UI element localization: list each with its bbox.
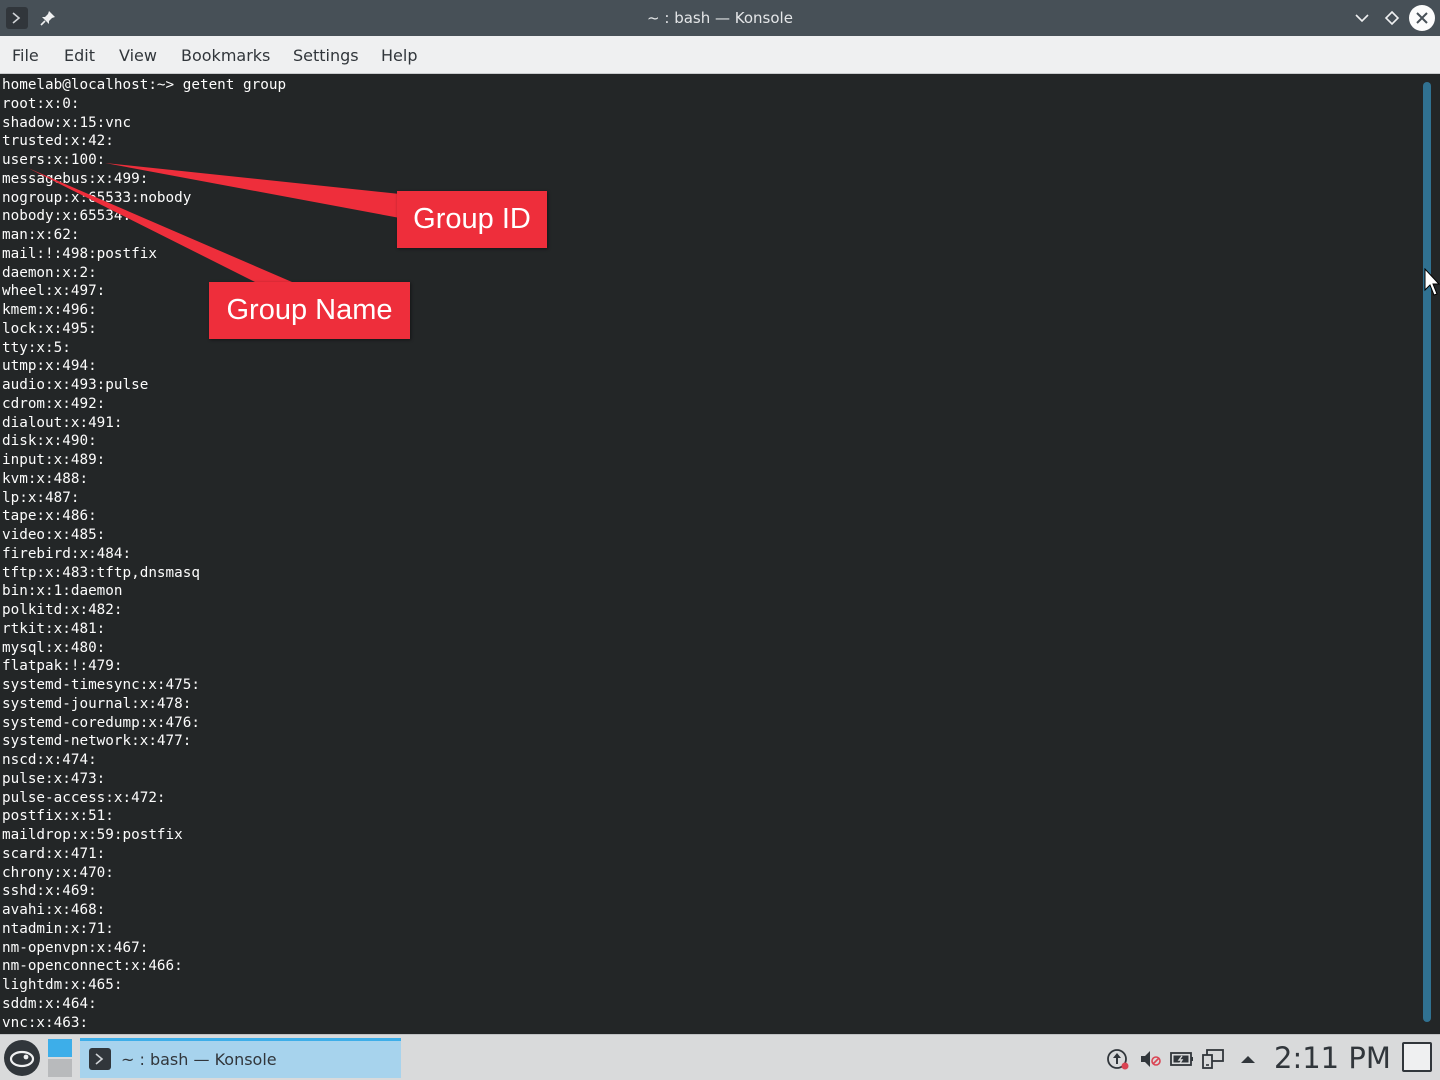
terminal-line: tape:x:486: bbox=[2, 508, 97, 525]
terminal-line: shadow:x:15:vnc bbox=[2, 114, 132, 131]
menu-help[interactable]: Help bbox=[381, 46, 417, 65]
show-desktop-button[interactable] bbox=[1402, 1042, 1432, 1072]
terminal-line: bin:x:1:daemon bbox=[2, 583, 123, 600]
terminal-line: systemd-timesync:x:475: bbox=[2, 677, 200, 693]
scrollbar-thumb[interactable] bbox=[1423, 82, 1431, 1022]
update-icon[interactable] bbox=[1106, 1047, 1130, 1071]
group-name-label: Group Name bbox=[209, 282, 410, 339]
terminal-line: users:x:100: bbox=[2, 152, 106, 168]
terminal-line: polkitd:x:482: bbox=[2, 602, 123, 618]
window-titlebar[interactable]: ~ : bash — Konsole bbox=[0, 0, 1440, 36]
terminal-line: sshd:x:469: bbox=[2, 883, 97, 900]
network-icon[interactable] bbox=[1202, 1047, 1226, 1071]
terminal-line: trusted:x:42: bbox=[2, 133, 114, 150]
terminal-line: input:x:489: bbox=[2, 452, 106, 468]
terminal-line: sddm:x:464: bbox=[2, 995, 97, 1012]
battery-icon[interactable] bbox=[1170, 1047, 1194, 1071]
taskbar-task-konsole[interactable]: ~ : bash — Konsole bbox=[80, 1038, 401, 1078]
menu-bar: File Edit View Bookmarks Settings Help bbox=[0, 36, 1440, 74]
minimize-chevron-icon[interactable] bbox=[1350, 6, 1374, 30]
terminal-line: dialout:x:491: bbox=[2, 414, 123, 431]
terminal-line: cdrom:x:492: bbox=[2, 395, 106, 412]
menu-settings[interactable]: Settings bbox=[293, 46, 359, 65]
terminal-line: utmp:x:494: bbox=[2, 358, 97, 375]
menu-view[interactable]: View bbox=[119, 46, 157, 65]
terminal-line: lp:x:487: bbox=[2, 489, 80, 506]
terminal-line: chrony:x:470: bbox=[2, 864, 114, 881]
terminal-line: rtkit:x:481: bbox=[2, 620, 106, 637]
shell-prompt-line: homelab@localhost:~> getent group bbox=[2, 77, 287, 93]
terminal-line: mysql:x:480: bbox=[2, 639, 106, 656]
close-icon[interactable] bbox=[1409, 5, 1435, 31]
desktop-2[interactable] bbox=[48, 1059, 72, 1077]
volume-muted-icon[interactable] bbox=[1138, 1047, 1162, 1071]
terminal-line: audio:x:493:pulse bbox=[2, 377, 149, 393]
window-title: ~ : bash — Konsole bbox=[647, 9, 793, 27]
terminal-text: homelab@localhost:~> getent group root:x:… bbox=[2, 76, 286, 1032]
terminal-line: kvm:x:488: bbox=[2, 470, 89, 487]
mouse-cursor-icon bbox=[1424, 268, 1440, 296]
terminal-line: systemd-network:x:477: bbox=[2, 733, 192, 750]
virtual-desktop-pager[interactable] bbox=[46, 1038, 72, 1078]
terminal-line: man:x:62: bbox=[2, 227, 80, 243]
maximize-diamond-icon[interactable] bbox=[1380, 6, 1404, 30]
menu-edit[interactable]: Edit bbox=[64, 46, 95, 65]
terminal-line: nm-openvpn:x:467: bbox=[2, 939, 149, 956]
terminal-line: systemd-journal:x:478: bbox=[2, 695, 192, 712]
terminal-line: nobody:x:65534: bbox=[2, 208, 132, 225]
terminal-line: messagebus:x:499: bbox=[2, 170, 149, 187]
menu-file[interactable]: File bbox=[12, 46, 39, 65]
terminal-line: flatpak:!:479: bbox=[2, 658, 123, 675]
terminal-line: postfix:x:51: bbox=[2, 808, 114, 825]
terminal-line: maildrop:x:59:postfix bbox=[2, 827, 183, 843]
konsole-task-icon bbox=[89, 1048, 111, 1070]
terminal-line: tftp:x:483:tftp,dnsmasq bbox=[2, 564, 200, 581]
terminal-line: mail:!:498:postfix bbox=[2, 245, 157, 262]
terminal-line: systemd-coredump:x:476: bbox=[2, 714, 200, 731]
terminal-line: firebird:x:484: bbox=[2, 545, 132, 562]
terminal-line: nm-openconnect:x:466: bbox=[2, 958, 183, 975]
terminal-line: video:x:485: bbox=[2, 527, 106, 543]
terminal-line: scard:x:471: bbox=[2, 845, 106, 862]
clock[interactable]: 2:11 PM bbox=[1274, 1041, 1391, 1075]
terminal-line: tty:x:5: bbox=[2, 339, 71, 356]
terminal-line: nogroup:x:65533:nobody bbox=[2, 189, 192, 206]
terminal-line: daemon:x:2: bbox=[2, 264, 97, 281]
terminal-line: disk:x:490: bbox=[2, 433, 97, 450]
terminal-line: root:x:0: bbox=[2, 95, 80, 112]
task-label: ~ : bash — Konsole bbox=[121, 1050, 277, 1069]
desktop-1[interactable] bbox=[48, 1039, 72, 1057]
terminal-line: pulse:x:473: bbox=[2, 770, 106, 787]
terminal-line: lightdm:x:465: bbox=[2, 977, 123, 993]
terminal-line: pulse-access:x:472: bbox=[2, 789, 166, 806]
group-id-label: Group ID bbox=[397, 191, 547, 248]
terminal-line: nscd:x:474: bbox=[2, 752, 97, 768]
terminal-output[interactable]: homelab@localhost:~> getent group root:x:… bbox=[0, 74, 1420, 1034]
terminal-line: avahi:x:468: bbox=[2, 902, 106, 918]
opensuse-launcher-icon[interactable] bbox=[2, 1038, 42, 1078]
terminal-scrollbar[interactable] bbox=[1420, 74, 1440, 1034]
terminal-line: ntadmin:x:71: bbox=[2, 920, 114, 937]
tray-expand-arrow-icon[interactable] bbox=[1236, 1047, 1260, 1071]
terminal-line: vnc:x:463: bbox=[2, 1014, 89, 1031]
menu-bookmarks[interactable]: Bookmarks bbox=[181, 46, 270, 65]
taskbar: ~ : bash — Konsole 2:11 PM bbox=[0, 1034, 1440, 1080]
